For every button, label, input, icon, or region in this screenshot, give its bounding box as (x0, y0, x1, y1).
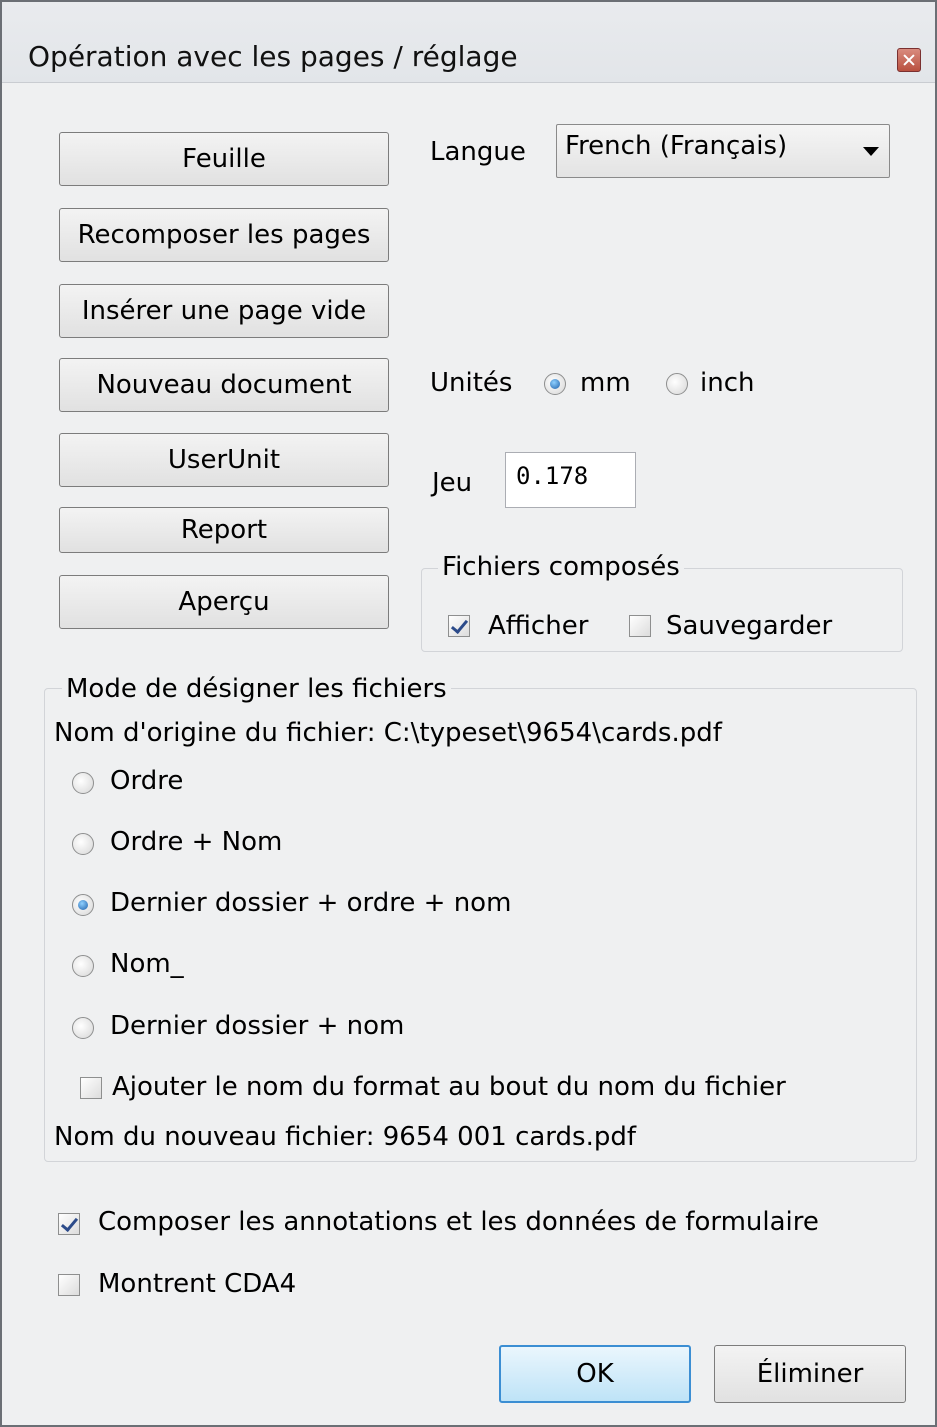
compose-annotations-checkbox[interactable] (58, 1213, 80, 1235)
userunit-button[interactable]: UserUnit (59, 433, 389, 487)
naming-option-ordre-nom-radio[interactable] (72, 833, 94, 855)
units-mm-label: mm (580, 368, 631, 398)
jeu-value: 0.178 (516, 462, 589, 490)
afficher-label: Afficher (488, 611, 589, 641)
report-button[interactable]: Report (59, 507, 389, 553)
sauvegarder-label: Sauvegarder (666, 611, 833, 641)
naming-option-label: Nom_ (110, 949, 184, 979)
show-cda4-label: Montrent CDA4 (98, 1269, 297, 1299)
units-mm-radio[interactable] (544, 373, 566, 395)
chevron-down-icon (863, 147, 879, 156)
naming-option-dernier-nom-radio[interactable] (72, 1017, 94, 1039)
close-icon[interactable] (897, 48, 921, 72)
composed-files-title: Fichiers composés (438, 552, 684, 582)
language-selected-value: French (Français) (565, 131, 788, 161)
naming-option-label: Ordre (110, 766, 184, 796)
title-bar: Opération avec les pages / réglage (2, 2, 935, 83)
units-inch-label: inch (700, 368, 755, 398)
naming-option-ordre-radio[interactable] (72, 772, 94, 794)
language-select[interactable]: French (Français) (556, 124, 890, 178)
jeu-input[interactable]: 0.178 (505, 452, 636, 508)
language-label: Langue (430, 137, 526, 167)
new-filename-text: Nom du nouveau fichier: 9654 001 cards.p… (54, 1122, 637, 1152)
recomposer-pages-button[interactable]: Recomposer les pages (59, 208, 389, 262)
apercu-button[interactable]: Aperçu (59, 575, 389, 629)
append-format-checkbox[interactable] (80, 1077, 102, 1099)
naming-option-label: Ordre + Nom (110, 827, 283, 857)
nouveau-document-button[interactable]: Nouveau document (59, 358, 389, 412)
units-inch-radio[interactable] (666, 373, 688, 395)
naming-option-label: Dernier dossier + nom (110, 1011, 405, 1041)
inserer-page-vide-button[interactable]: Insérer une page vide (59, 284, 389, 338)
dialog-window: Opération avec les pages / réglage Feuil… (0, 0, 937, 1427)
feuille-button[interactable]: Feuille (59, 132, 389, 186)
compose-annotations-label: Composer les annotations et les données … (98, 1207, 819, 1237)
ok-button[interactable]: OK (499, 1345, 691, 1403)
naming-option-dernier-ordre-nom-radio[interactable] (72, 894, 94, 916)
original-filename-text: Nom d'origine du fichier: C:\typeset\965… (54, 718, 722, 748)
cancel-button[interactable]: Éliminer (714, 1345, 906, 1403)
afficher-checkbox[interactable] (448, 615, 470, 637)
naming-option-label: Dernier dossier + ordre + nom (110, 888, 512, 918)
window-title: Opération avec les pages / réglage (28, 40, 518, 73)
append-format-label: Ajouter le nom du format au bout du nom … (112, 1072, 786, 1102)
naming-option-nom-radio[interactable] (72, 955, 94, 977)
show-cda4-checkbox[interactable] (58, 1274, 80, 1296)
naming-mode-title: Mode de désigner les fichiers (62, 674, 451, 704)
jeu-label: Jeu (432, 468, 473, 498)
units-label: Unités (430, 368, 513, 398)
sauvegarder-checkbox[interactable] (629, 615, 651, 637)
